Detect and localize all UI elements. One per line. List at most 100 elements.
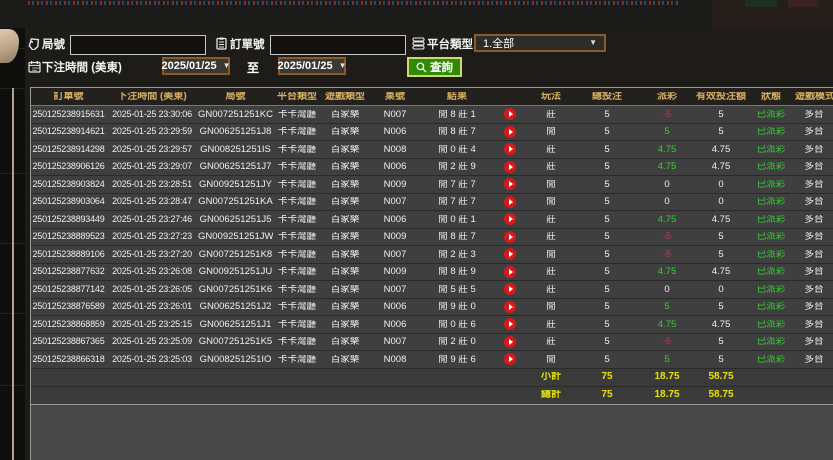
bet-time: 2025-01-25 23:29:57: [112, 144, 192, 154]
date-from-picker[interactable]: 2025/01/25 ▼: [162, 57, 231, 75]
result: 閒 2 莊 0: [438, 337, 476, 347]
platform-type: 卡卡灣廳: [277, 162, 316, 172]
status: 已派彩: [756, 127, 786, 137]
result: 閒 8 莊 7: [438, 232, 476, 242]
platform-type: 卡卡灣廳: [277, 127, 316, 137]
header-total-bet: 總投注: [592, 91, 622, 102]
game-mode: 多台: [804, 267, 824, 277]
bet-time-label: 下注時間 (美東): [42, 62, 122, 74]
play-type: 閒: [546, 249, 556, 259]
replay-button[interactable]: [504, 230, 516, 243]
valid-bet: 5: [718, 302, 724, 312]
valid-bet: 4.75: [711, 162, 731, 172]
replay-button[interactable]: [504, 195, 516, 208]
table-row: 250125238893449 2025-01-25 23:27:46 GN0062…: [31, 211, 833, 229]
result: 閒 8 莊 9: [438, 267, 476, 277]
payout: -5: [662, 249, 672, 259]
game-type: 百家樂: [330, 179, 360, 189]
replay-button[interactable]: [504, 125, 516, 138]
result: 閒 0 莊 6: [438, 319, 476, 329]
payout: 4.75: [657, 267, 677, 277]
order-no: 250125238877632: [32, 267, 105, 277]
status: 已派彩: [756, 144, 786, 154]
valid-bet: 4.75: [711, 267, 731, 277]
replay-cell: [493, 283, 527, 296]
result: 閒 2 莊 3: [438, 249, 476, 259]
platform-type: 卡卡灣廳: [277, 232, 316, 242]
replay-button[interactable]: [504, 300, 516, 313]
replay-cell: [493, 265, 527, 278]
status: 已派彩: [756, 354, 786, 364]
valid-bet: 0: [718, 179, 724, 189]
game-no: GN007251251KC: [198, 109, 273, 119]
game-type: 百家樂: [330, 284, 360, 294]
play-type: 莊: [546, 267, 556, 277]
table-no: N006: [383, 319, 407, 329]
table-no: N007: [383, 197, 407, 207]
orders-table-body: 250125238915631 2025-01-25 23:30:06 GN0072…: [31, 106, 833, 405]
result: 閒 9 莊 6: [438, 354, 476, 364]
total-bet: 5: [604, 337, 610, 347]
play-type: 莊: [546, 144, 556, 154]
payout: -5: [662, 109, 672, 119]
replay-button[interactable]: [504, 178, 516, 191]
play-type: 閒: [546, 127, 556, 137]
replay-button[interactable]: [504, 160, 516, 173]
replay-cell: [493, 143, 527, 156]
play-type: 閒: [546, 302, 556, 312]
payout: 5: [664, 302, 670, 312]
status: 已派彩: [756, 179, 786, 189]
table-no: N006: [383, 214, 407, 224]
divider: [12, 88, 14, 460]
table-no: N006: [383, 302, 407, 312]
filter-bar: 局號 訂單號 平台類型 1.全部 ▼ 下注時間 (美東) 2025/01/25 …: [25, 28, 833, 88]
bet-time: 2025-01-25 23:29:59: [112, 127, 192, 137]
game-no-input[interactable]: [70, 35, 206, 55]
replay-cell: [493, 335, 527, 348]
header-bet-time: 下注時間 (美東): [117, 91, 187, 102]
bet-time: 2025-01-25 23:28:47: [112, 197, 192, 207]
header-game-mode: 遊戲模式: [795, 91, 833, 102]
bet-time: 2025-01-25 23:28:51: [112, 179, 192, 189]
replay-button[interactable]: [504, 143, 516, 156]
bet-time: 2025-01-25 23:29:07: [112, 162, 192, 172]
header-platform-type: 平台類型: [277, 91, 317, 102]
platform-type: 卡卡灣廳: [277, 337, 316, 347]
header-game-no: 局號: [225, 91, 246, 102]
game-no: GN009251251JY: [199, 179, 272, 189]
game-type: 百家樂: [330, 232, 360, 242]
payout: 4.75: [657, 214, 677, 224]
platform-type: 卡卡灣廳: [277, 354, 316, 364]
total-bet: 5: [604, 267, 610, 277]
result: 閒 8 莊 1: [438, 109, 476, 119]
game-type: 百家樂: [330, 214, 360, 224]
payout: 0: [664, 197, 670, 207]
table-no: N009: [383, 232, 407, 242]
order-no: 250125238889106: [32, 249, 105, 259]
query-button[interactable]: 查詢: [407, 57, 462, 77]
replay-button[interactable]: [504, 335, 516, 348]
play-type: 閒: [546, 179, 556, 189]
payout: 4.75: [657, 144, 677, 154]
replay-cell: [493, 125, 527, 138]
total-bet: 5: [604, 144, 610, 154]
game-no: GN006251251J7: [199, 162, 272, 172]
order-no-input[interactable]: [270, 35, 406, 55]
replay-button[interactable]: [504, 265, 516, 278]
replay-button[interactable]: [504, 248, 516, 261]
replay-button[interactable]: [504, 213, 516, 226]
replay-button[interactable]: [504, 318, 516, 331]
table-row: 250125238906126 2025-01-25 23:29:07 GN0062…: [31, 158, 833, 176]
valid-bet: 5: [718, 109, 724, 119]
replay-button[interactable]: [504, 108, 516, 121]
replay-cell: [493, 230, 527, 243]
bet-time: 2025-01-25 23:26:05: [112, 284, 192, 294]
platform-type-select[interactable]: 1.全部 ▼: [474, 34, 606, 52]
payout: 5: [664, 354, 670, 364]
platform-type-value: 1.全部: [483, 38, 515, 50]
game-no: GN006251251J5: [199, 214, 272, 224]
payout: 4.75: [657, 162, 677, 172]
replay-button[interactable]: [504, 353, 516, 366]
date-to-picker[interactable]: 2025/01/25 ▼: [278, 57, 347, 75]
replay-button[interactable]: [504, 283, 516, 296]
